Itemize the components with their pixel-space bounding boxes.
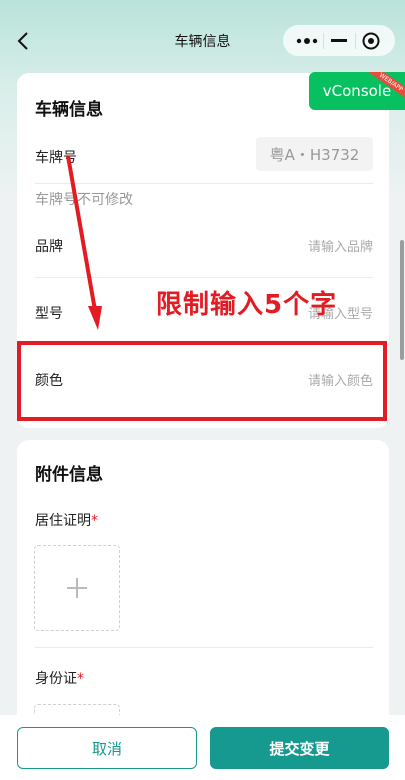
residence-upload-button[interactable] (34, 545, 120, 631)
required-mark: * (91, 513, 98, 529)
required-mark: * (77, 671, 84, 687)
attachment-info-card: 附件信息 居住证明* 身份证* (17, 440, 389, 780)
plus-icon (67, 578, 87, 598)
residence-proof-text: 居住证明 (35, 513, 91, 529)
annotation-text: 限制输入5个字 (156, 290, 338, 320)
annotation-highlight-box (17, 341, 387, 421)
residence-proof-label: 居住证明* (35, 510, 98, 530)
divider (35, 647, 373, 648)
scrollbar[interactable] (400, 240, 404, 360)
submit-change-button[interactable]: 提交变更 (210, 727, 389, 769)
id-card-text: 身份证 (35, 671, 77, 687)
section-title: 附件信息 (35, 465, 103, 485)
bottom-action-bar: 取消 提交变更 (0, 715, 405, 780)
cancel-button[interactable]: 取消 (17, 727, 197, 769)
id-card-label: 身份证* (35, 668, 84, 688)
